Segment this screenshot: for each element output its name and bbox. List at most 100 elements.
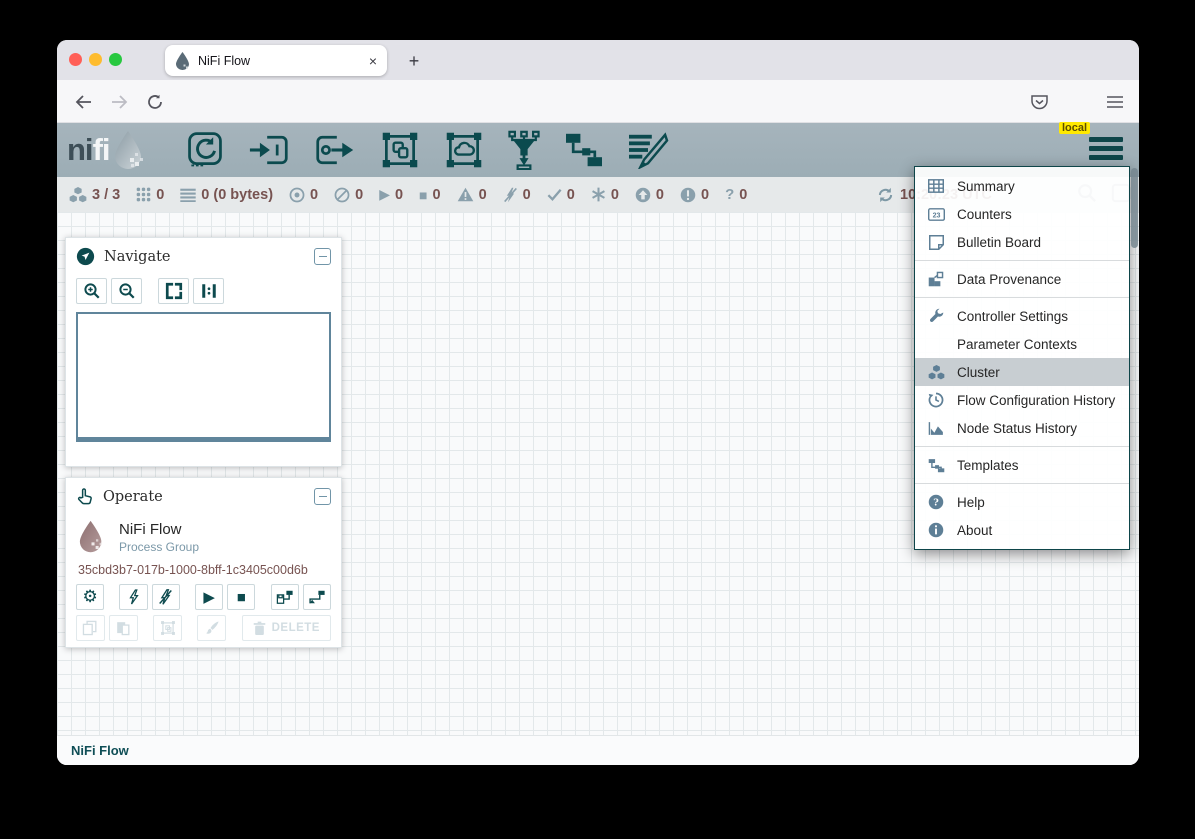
counters-icon: 23 [928, 208, 945, 221]
input-port-component-icon[interactable] [247, 130, 291, 170]
menu-item-data-provenance[interactable]: Data Provenance [915, 265, 1129, 293]
zoom-fit-button[interactable] [158, 278, 189, 304]
cluster-icon [928, 365, 945, 380]
nifi-logo: nifi [67, 130, 146, 170]
threads-grid-icon [136, 187, 151, 202]
trash-icon [253, 621, 266, 636]
forward-icon [105, 88, 133, 116]
zoom-in-button[interactable] [76, 278, 107, 304]
menu-item-counters[interactable]: 23 Counters [915, 200, 1129, 228]
menu-separator [915, 483, 1129, 484]
reload-icon[interactable] [141, 88, 169, 116]
enable-button[interactable] [119, 584, 147, 610]
new-tab-button[interactable]: + [401, 48, 427, 74]
copy-button [76, 615, 105, 641]
template-icon [928, 458, 945, 473]
zoom-actual-size-button[interactable] [193, 278, 224, 304]
play-icon: ▶ [379, 186, 390, 203]
copy-icon [82, 620, 98, 636]
group-button [153, 615, 182, 641]
menu-item-about[interactable]: About [915, 516, 1129, 544]
save-template-icon [276, 589, 294, 605]
configure-button[interactable]: ⚙ [76, 584, 104, 610]
summary-table-icon [928, 179, 944, 193]
status-unversioned: ? 0 [725, 186, 747, 203]
menu-item-flow-configuration-history[interactable]: Flow Configuration History [915, 386, 1129, 414]
status-stopped: ■ 0 [419, 187, 441, 203]
template-component-icon[interactable] [563, 132, 605, 168]
global-menu-button[interactable] [1089, 137, 1123, 160]
history-icon [928, 392, 944, 408]
gear-icon: ⚙ [82, 587, 97, 607]
status-invalid: 0 [457, 187, 487, 203]
status-stale: 0 [635, 187, 664, 203]
nifi-drop-logo-icon [112, 130, 146, 170]
scrollbar-thumb[interactable] [1131, 168, 1138, 248]
warning-triangle-icon [457, 187, 474, 202]
menu-item-parameter-contexts[interactable]: Parameter Contexts [915, 330, 1129, 358]
menu-item-cluster[interactable]: Cluster [915, 358, 1129, 386]
process-group-component-icon[interactable] [379, 130, 421, 170]
disable-button[interactable] [152, 584, 180, 610]
queued-list-icon [180, 188, 196, 202]
operate-collapse-button[interactable] [314, 488, 331, 505]
paste-button [109, 615, 138, 641]
minimize-window-button[interactable] [89, 53, 102, 66]
birdseye-map[interactable] [76, 312, 331, 442]
navigate-collapse-button[interactable] [314, 248, 331, 265]
status-running: ▶ 0 [379, 186, 403, 203]
nifi-favicon [175, 52, 190, 70]
save-template-button[interactable] [271, 584, 299, 610]
not-transmitting-icon [334, 187, 350, 203]
menu-item-node-status-history[interactable]: Node Status History [915, 414, 1129, 442]
status-not-transmitting: 0 [334, 187, 363, 203]
pocket-icon[interactable] [1025, 88, 1053, 116]
question-icon: ? [725, 186, 734, 203]
check-icon [547, 188, 562, 201]
breadcrumb-root[interactable]: NiFi Flow [71, 743, 129, 758]
menu-separator [915, 446, 1129, 447]
browser-tab[interactable]: NiFi Flow × [165, 45, 387, 76]
breadcrumb[interactable]: NiFi Flow [57, 735, 1139, 765]
menu-item-bulletin-board[interactable]: Bulletin Board [915, 228, 1129, 256]
stop-button[interactable]: ■ [227, 584, 255, 610]
app-menu-icon[interactable] [1101, 88, 1129, 116]
info-circle-icon [928, 522, 944, 538]
menu-separator [915, 260, 1129, 261]
menu-item-templates[interactable]: Templates [915, 451, 1129, 479]
chart-icon [928, 421, 945, 436]
start-button[interactable]: ▶ [195, 584, 223, 610]
logo-text-fi: fi [93, 132, 110, 168]
status-disabled: 0 [503, 187, 531, 203]
back-icon[interactable] [69, 88, 97, 116]
upload-template-icon [308, 589, 326, 605]
close-window-button[interactable] [69, 53, 82, 66]
output-port-component-icon[interactable] [313, 130, 357, 170]
label-component-icon[interactable] [627, 131, 669, 169]
operate-hand-icon [76, 487, 94, 506]
exclamation-circle-icon [680, 187, 696, 203]
menu-item-help[interactable]: ? Help [915, 488, 1129, 516]
tab-close-icon[interactable]: × [369, 54, 377, 68]
browser-toolbar: 192.168.40.11:8080/nifi/ local [57, 80, 1139, 123]
delete-label: DELETE [272, 622, 320, 634]
provenance-icon [928, 271, 944, 287]
status-active-threads: 0 [136, 187, 164, 203]
remote-process-group-component-icon[interactable] [443, 130, 485, 170]
status-sync-failure: 0 [680, 187, 709, 203]
wrench-icon [928, 308, 944, 324]
maximize-window-button[interactable] [109, 53, 122, 66]
cluster-icon [69, 187, 87, 203]
status-locally-modified: 0 [591, 187, 619, 203]
browser-window: NiFi Flow × + 192.168.40.11:8080/nifi/ [57, 40, 1139, 765]
navigate-panel-title: Navigate [104, 249, 305, 265]
menu-item-controller-settings[interactable]: Controller Settings [915, 302, 1129, 330]
menu-item-summary[interactable]: Summary [915, 172, 1129, 200]
refresh-icon[interactable] [877, 187, 894, 203]
fill-color-button [197, 615, 226, 641]
funnel-component-icon[interactable] [507, 130, 541, 170]
navigate-compass-icon [76, 247, 95, 266]
upload-template-button[interactable] [303, 584, 331, 610]
zoom-out-button[interactable] [111, 278, 142, 304]
processor-component-icon[interactable] [185, 130, 225, 170]
